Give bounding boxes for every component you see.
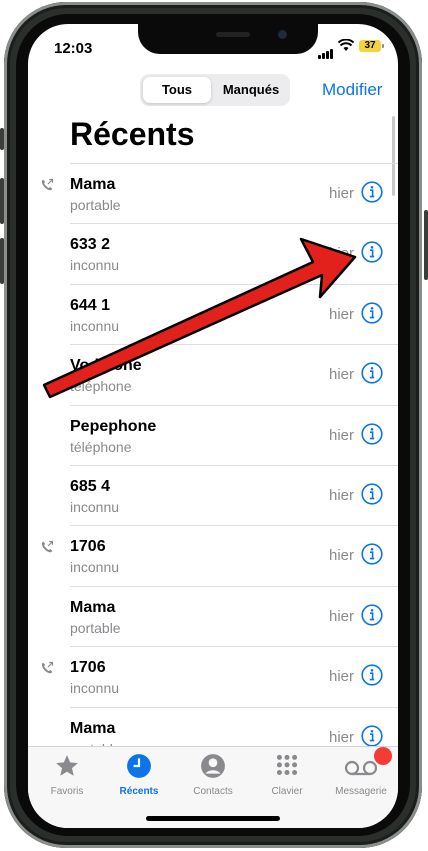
tab-label: Contacts xyxy=(193,786,233,797)
caller-name: 633 2 xyxy=(70,236,111,254)
info-icon[interactable] xyxy=(361,483,383,505)
caller-type: portable xyxy=(70,619,121,636)
info-icon[interactable] xyxy=(361,724,383,747)
wifi-icon xyxy=(338,39,354,51)
info-icon[interactable] xyxy=(361,422,383,445)
call-row[interactable]: 644 1 inconnu hier xyxy=(70,283,398,344)
call-time: hier xyxy=(328,305,354,323)
call-time: hier xyxy=(328,728,354,746)
silent-switch xyxy=(0,128,4,150)
tab-label: Récents xyxy=(119,786,159,797)
segment-missed[interactable]: Manqués xyxy=(216,77,286,103)
caller-name: 685 4 xyxy=(70,477,111,495)
notch xyxy=(138,24,318,54)
caller-type: téléphone xyxy=(70,378,132,395)
call-time: hier xyxy=(328,668,354,686)
call-time: hier xyxy=(328,185,354,202)
caller-name: Mama xyxy=(70,176,116,193)
call-time: hier xyxy=(328,366,354,384)
outgoing-call-icon xyxy=(41,541,54,553)
info-icon[interactable] xyxy=(361,181,383,203)
speaker xyxy=(216,32,250,37)
caller-name: 644 1 xyxy=(70,296,111,314)
caller-name: Mama xyxy=(70,719,116,737)
caller-name: 1706 xyxy=(70,659,106,677)
voicemail-icon xyxy=(344,760,378,776)
battery-tip xyxy=(382,44,384,48)
call-row[interactable]: Pepephone téléphone hier xyxy=(70,404,398,465)
power-button xyxy=(424,210,428,280)
person-icon xyxy=(201,754,225,778)
front-camera xyxy=(278,30,287,39)
tab-label: Favoris xyxy=(50,786,84,797)
clock-icon xyxy=(127,754,151,778)
call-row[interactable]: Vodafone téléphone hier xyxy=(70,344,398,404)
caller-type: inconnu xyxy=(70,680,120,697)
voicemail-badge xyxy=(374,747,392,765)
tab-recents[interactable]: Récents xyxy=(102,753,176,797)
info-icon[interactable] xyxy=(361,604,383,626)
keypad-icon xyxy=(276,754,298,775)
info-icon[interactable] xyxy=(361,241,383,263)
caller-name: Mama xyxy=(70,598,116,616)
tab-keypad[interactable]: Clavier xyxy=(250,753,324,797)
call-row[interactable]: 685 4 inconnu hier xyxy=(70,464,398,525)
call-row[interactable]: Mama portable hier xyxy=(70,585,398,646)
caller-type: inconnu xyxy=(70,317,120,334)
caller-type: inconnu xyxy=(70,498,120,515)
call-row[interactable]: 1706 inconnu hier xyxy=(41,646,398,706)
call-row[interactable]: Mama portable hier xyxy=(41,163,398,223)
phone-screen: 12:03 37 Tous Manqués Modifier Récents M… xyxy=(28,24,398,828)
page-title: Récents xyxy=(70,116,195,152)
caller-name: Pepephone xyxy=(70,417,157,435)
tab-label: Messagerie xyxy=(335,786,387,797)
info-icon[interactable] xyxy=(361,362,383,384)
info-icon[interactable] xyxy=(361,302,383,324)
caller-type: inconnu xyxy=(70,559,120,576)
info-icon[interactable] xyxy=(361,664,383,686)
call-time: hier xyxy=(328,607,354,625)
caller-type: inconnu xyxy=(70,257,120,274)
info-icon[interactable] xyxy=(361,543,383,565)
volume-up-button xyxy=(0,178,4,224)
call-time: hier xyxy=(328,426,354,444)
caller-name: 1706 xyxy=(70,538,106,556)
caller-type: portable xyxy=(70,197,121,213)
call-time: hier xyxy=(328,245,354,263)
call-time: hier xyxy=(328,547,354,565)
caller-type: téléphone xyxy=(70,438,132,455)
recent-calls-list: Mama portable hier 633 2 inconnu hier 644 1 inc… xyxy=(28,163,398,767)
edit-button[interactable]: Modifier xyxy=(322,80,382,100)
volume-down-button xyxy=(0,238,4,284)
tab-contacts[interactable]: Contacts xyxy=(176,753,250,797)
call-time: hier xyxy=(328,486,354,504)
call-row[interactable]: 633 2 inconnu hier xyxy=(70,223,398,283)
tab-label: Clavier xyxy=(271,786,303,797)
segmented-control: Tous Manqués xyxy=(140,74,290,106)
home-indicator[interactable] xyxy=(146,816,280,821)
battery-icon: 37 xyxy=(359,40,381,52)
outgoing-call-icon xyxy=(41,662,54,674)
star-icon xyxy=(56,755,78,776)
tab-favorites[interactable]: Favoris xyxy=(30,753,104,797)
segment-all[interactable]: Tous xyxy=(143,77,211,103)
outgoing-call-icon xyxy=(41,178,54,191)
status-time: 12:03 xyxy=(54,40,93,57)
call-row[interactable]: 1706 inconnu hier xyxy=(41,525,398,585)
signal-icon xyxy=(318,41,334,59)
caller-name: Vodafone xyxy=(70,357,142,375)
